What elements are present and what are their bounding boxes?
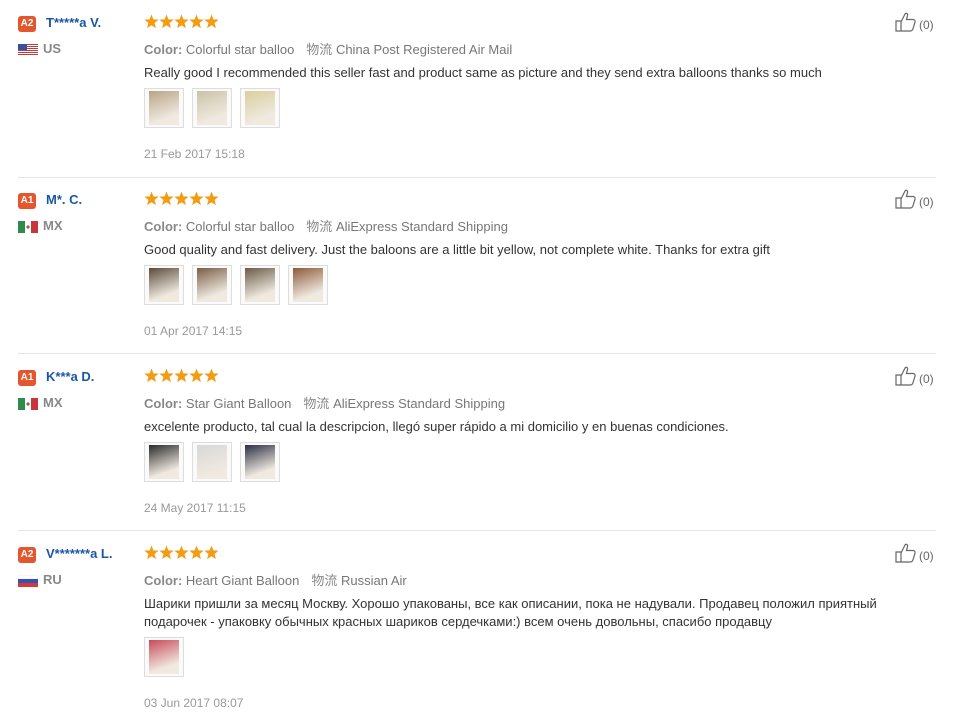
star-icon <box>159 368 174 383</box>
shipping-value: AliExpress Standard Shipping <box>335 219 508 234</box>
reviewer-country: RU <box>17 571 62 589</box>
reviews-list: A2 T*****a V. US Color: Colorful star ballo… <box>0 0 971 723</box>
helpful-button[interactable]: (0) <box>895 366 934 391</box>
helpful-button[interactable]: (0) <box>895 543 934 568</box>
color-value: Heart Giant Balloon <box>185 573 300 588</box>
review-separator <box>18 353 936 354</box>
review-photo-thumbnail[interactable] <box>240 88 280 128</box>
reviewer-country: MX <box>18 217 63 235</box>
color-label: Color: <box>144 219 183 234</box>
buyer-level-badge: A2 <box>18 16 36 32</box>
mx-flag-icon <box>18 397 38 410</box>
star-icon <box>174 191 189 206</box>
review-photo-thumbnail[interactable] <box>144 265 184 305</box>
review-text: excelente producto, tal cual la descripc… <box>144 419 729 434</box>
ru-flag-icon <box>17 574 39 587</box>
review-photo-thumbnail[interactable] <box>288 265 328 305</box>
country-code: MX <box>43 218 63 234</box>
reviewer-country: MX <box>18 394 63 412</box>
star-icon <box>189 191 204 206</box>
shipping-value: AliExpress Standard Shipping <box>333 396 506 411</box>
color-value: Colorful star balloo <box>185 42 295 57</box>
helpful-button[interactable]: (0) <box>895 189 934 214</box>
thumbs-up-icon <box>895 12 917 37</box>
reviewer-name[interactable]: K***a D. <box>46 369 94 384</box>
star-icon <box>174 368 189 383</box>
thumbs-up-icon <box>895 366 917 391</box>
color-value: Star Giant Balloon <box>185 396 292 411</box>
review-photo-thumbnail[interactable] <box>192 442 232 482</box>
buyer-level-badge: A1 <box>18 193 36 209</box>
buyer-level-badge: A1 <box>18 370 36 386</box>
star-icon <box>204 545 219 560</box>
shipping-value: Russian Air <box>341 573 407 588</box>
helpful-count: (0) <box>919 371 934 386</box>
review-date: 03 Jun 2017 08:07 <box>144 696 244 710</box>
star-rating <box>144 545 220 561</box>
star-icon <box>144 545 159 560</box>
star-rating <box>144 14 220 30</box>
star-icon <box>144 14 159 29</box>
us-flag-icon <box>18 43 38 56</box>
review-text: Really good I recommended this seller fa… <box>144 65 822 80</box>
star-rating <box>144 368 220 384</box>
country-code: US <box>43 41 62 57</box>
thumbs-up-icon <box>895 189 917 214</box>
review-photo-thumbnail[interactable] <box>144 442 184 482</box>
star-icon <box>189 545 204 560</box>
review-photo-thumbnail[interactable] <box>144 637 184 677</box>
star-icon <box>144 191 159 206</box>
shipping-label: 物流 <box>303 396 330 411</box>
color-label: Color: <box>144 42 183 57</box>
order-attributes: Color: Star Giant Balloon 物流 AliExpress S… <box>144 393 505 412</box>
order-attributes: Color: Heart Giant Balloon 物流 Russian Air <box>144 570 407 589</box>
country-code: RU <box>43 572 62 588</box>
review-photo-thumbnail[interactable] <box>192 88 232 128</box>
helpful-button[interactable]: (0) <box>895 12 934 37</box>
reviewer-name[interactable]: V*******a L. <box>46 546 112 561</box>
reviewer-name[interactable]: T*****a V. <box>46 15 101 30</box>
thumbs-up-icon <box>895 543 917 568</box>
review-separator <box>18 530 936 531</box>
country-code: MX <box>43 395 63 411</box>
shipping-label: 物流 <box>311 573 338 588</box>
mx-flag-icon <box>18 220 38 233</box>
shipping-label: 物流 <box>306 42 333 57</box>
review-separator <box>18 177 936 178</box>
review-date: 24 May 2017 11:15 <box>144 501 246 515</box>
review-text: Шарики пришли за месяц Москву. Хорошо уп… <box>144 596 877 629</box>
order-attributes: Color: Colorful star balloo 物流 China Post… <box>144 39 512 58</box>
reviewer-country: US <box>18 40 61 58</box>
star-icon <box>174 545 189 560</box>
star-icon <box>189 368 204 383</box>
shipping-value: China Post Registered Air Mail <box>335 42 513 57</box>
star-icon <box>159 191 174 206</box>
review-photo-thumbnail[interactable] <box>192 265 232 305</box>
review-photo-thumbnail[interactable] <box>240 265 280 305</box>
buyer-level-badge: A2 <box>18 547 36 563</box>
review-photo-thumbnail[interactable] <box>144 88 184 128</box>
star-icon <box>189 14 204 29</box>
review-date: 01 Apr 2017 14:15 <box>144 324 243 338</box>
shipping-label: 物流 <box>306 219 333 234</box>
helpful-count: (0) <box>919 194 934 209</box>
star-icon <box>144 368 159 383</box>
star-icon <box>204 368 219 383</box>
review-text: Good quality and fast delivery. Just the… <box>144 242 771 257</box>
color-label: Color: <box>144 396 183 411</box>
star-rating <box>144 191 220 207</box>
review-date: 21 Feb 2017 15:18 <box>144 147 245 161</box>
star-icon <box>159 545 174 560</box>
review-photo-thumbnail[interactable] <box>240 442 280 482</box>
color-value: Colorful star balloo <box>185 219 295 234</box>
color-label: Color: <box>144 573 183 588</box>
star-icon <box>204 14 219 29</box>
star-icon <box>174 14 189 29</box>
helpful-count: (0) <box>919 17 934 32</box>
helpful-count: (0) <box>919 548 934 563</box>
star-icon <box>204 191 219 206</box>
reviewer-name[interactable]: M*. C. <box>46 192 82 207</box>
star-icon <box>159 14 174 29</box>
order-attributes: Color: Colorful star balloo 物流 AliExpress… <box>144 216 508 235</box>
